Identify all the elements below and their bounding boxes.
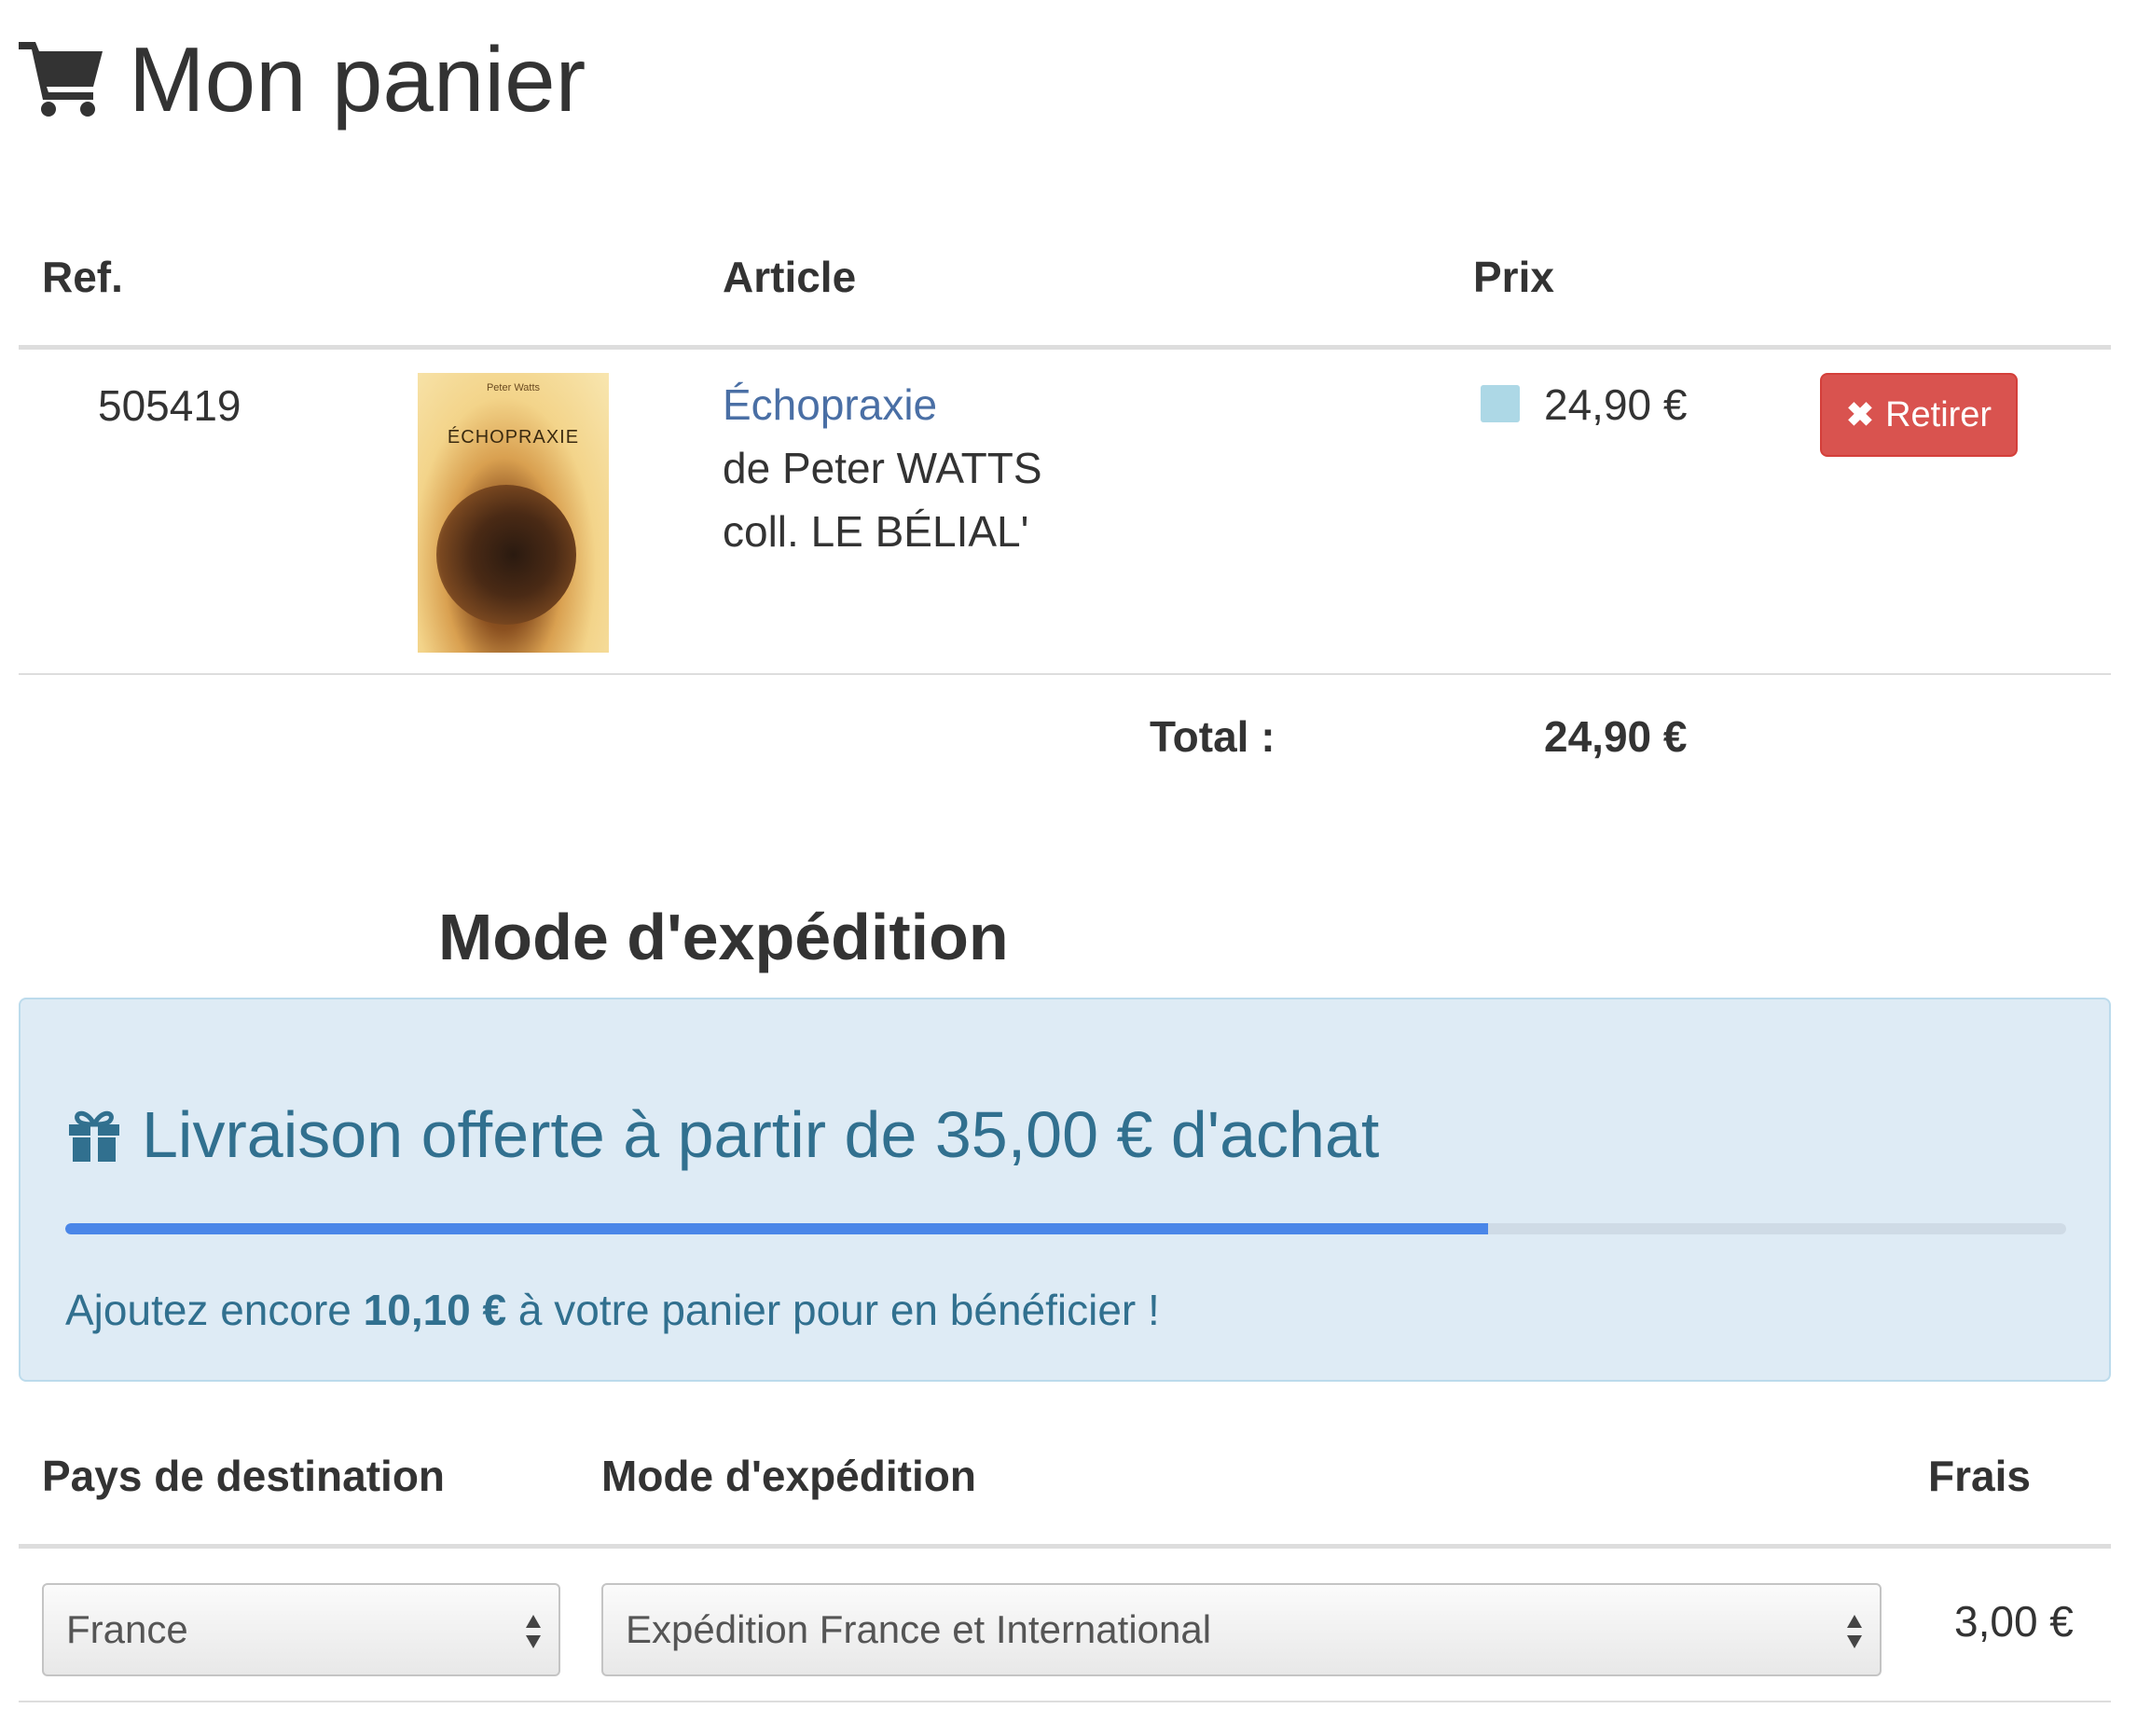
free-shipping-title-text: Livraison offerte à partir de 35,00 € d'… [142, 1098, 1380, 1171]
cover-title-text: ÉCHOPRAXIE [447, 427, 580, 448]
shipping-heading: Mode d'expédition [438, 901, 1009, 973]
column-header-fees: Frais [1928, 1452, 2031, 1500]
column-header-price: Prix [1473, 253, 1554, 301]
article-title-link[interactable]: Échopraxie [723, 380, 937, 429]
shipping-header-divider [19, 1544, 2111, 1549]
country-select-value: France [66, 1607, 188, 1651]
column-header-ref: Ref. [42, 253, 123, 301]
article-collection: coll. LE BÉLIAL' [723, 507, 1029, 556]
cover-author-text: Peter Watts [486, 382, 541, 393]
gift-icon [69, 1110, 119, 1162]
shipping-fee: 3,00 € [1954, 1597, 2074, 1646]
total-label: Total : [1150, 712, 1275, 761]
remove-button-label: Retirer [1885, 394, 1992, 434]
total-value: 24,90 € [1544, 712, 1688, 761]
page-title: Mon panier [19, 28, 586, 131]
page-title-text: Mon panier [129, 27, 586, 131]
free-shipping-message: Ajoutez encore 10,10 € à votre panier po… [65, 1277, 1160, 1343]
shopping-cart-icon [19, 42, 103, 117]
remaining-amount: 10,10 € [363, 1286, 507, 1334]
message-prefix: Ajoutez encore [65, 1286, 364, 1334]
country-select[interactable]: France [42, 1583, 560, 1676]
book-cover-image[interactable]: Peter Watts ÉCHOPRAXIE [418, 373, 609, 653]
shipping-method-value: Expédition France et International [626, 1607, 1212, 1651]
column-header-country: Pays de destination [42, 1452, 446, 1500]
table-header-divider [19, 345, 2111, 350]
message-suffix: à votre panier pour en bénéficier ! [506, 1286, 1160, 1334]
remove-item-button[interactable]: ✖ Retirer [1820, 373, 2018, 457]
article-author: de Peter WATTS [723, 444, 1042, 492]
item-price: 24,90 € [1544, 380, 1688, 429]
close-icon: ✖ [1845, 395, 1875, 434]
column-header-article: Article [723, 253, 857, 301]
select-arrows-icon [1847, 1615, 1862, 1648]
free-shipping-title: Livraison offerte à partir de 35,00 € d'… [65, 1093, 1379, 1177]
shipping-row-divider [19, 1701, 2111, 1702]
progress-fill [65, 1223, 1488, 1234]
price-swatch [1481, 385, 1520, 422]
cover-illustration [436, 485, 576, 625]
column-header-method: Mode d'expédition [601, 1452, 976, 1500]
shipping-method-select[interactable]: Expédition France et International [601, 1583, 1882, 1676]
article-details: Échopraxie de Peter WATTS coll. LE BÉLIA… [723, 373, 1042, 563]
item-ref: 505419 [98, 381, 241, 430]
select-arrows-icon [526, 1615, 541, 1648]
table-row-divider [19, 673, 2111, 675]
free-shipping-progress-bar [65, 1223, 2066, 1234]
free-shipping-alert: Livraison offerte à partir de 35,00 € d'… [19, 998, 2111, 1382]
